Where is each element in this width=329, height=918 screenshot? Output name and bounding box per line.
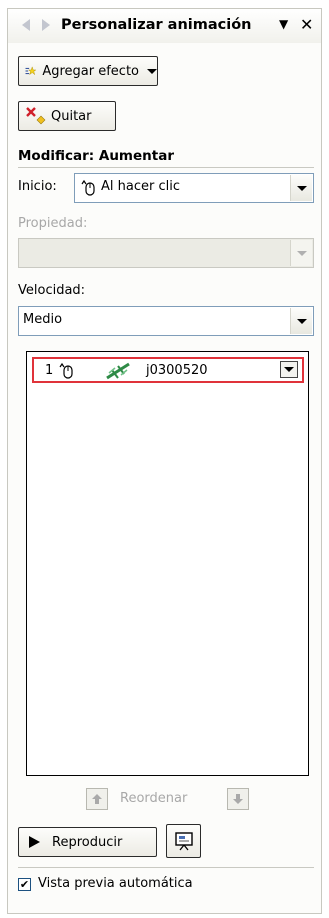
start-label: Inicio:: [18, 179, 57, 194]
remove-button[interactable]: Quitar: [18, 101, 116, 131]
pane-title: Personalizar animación: [61, 17, 252, 33]
remove-label: Quitar: [51, 108, 92, 124]
mouse-click-icon: [81, 179, 95, 196]
chevron-down-icon: [296, 318, 307, 324]
modify-heading: Modificar: Aumentar: [18, 148, 174, 164]
add-effect-star-icon: [25, 66, 37, 76]
back-arrow-icon[interactable]: [22, 19, 30, 31]
slideshow-icon: [174, 832, 193, 851]
slideshow-button[interactable]: [166, 824, 201, 858]
item-dropdown-button[interactable]: [280, 361, 298, 378]
play-icon: [29, 836, 40, 848]
arrow-down-icon: [233, 794, 243, 804]
chevron-down-icon: [284, 367, 294, 372]
speed-dropdown[interactable]: Medio: [18, 306, 314, 336]
autopreview-label: Vista previa automática: [38, 876, 193, 891]
close-icon[interactable]: ✕: [300, 15, 313, 34]
add-effect-button[interactable]: Agregar efecto: [18, 56, 158, 86]
item-order: 1: [45, 363, 54, 378]
start-value: Al hacer clic: [101, 179, 180, 194]
move-up-button[interactable]: [86, 788, 108, 810]
chevron-down-icon: [147, 68, 157, 74]
start-dropdown[interactable]: Al hacer clic: [74, 173, 314, 203]
arrow-up-icon: [92, 794, 102, 804]
remove-effect-icon: [26, 107, 46, 125]
property-dropdown[interactable]: [18, 238, 314, 268]
play-button[interactable]: Reproducir: [18, 827, 157, 857]
bottom-divider: [18, 867, 314, 868]
custom-animation-pane: Personalizar animación ▼ ✕ Agregar efect…: [7, 8, 322, 914]
autopreview-checkbox[interactable]: ✔: [18, 878, 31, 891]
reorder-label: Reordenar: [120, 791, 188, 806]
list-item[interactable]: 1 j0300520: [32, 357, 304, 383]
speed-value: Medio: [23, 312, 63, 327]
move-down-button[interactable]: [227, 788, 249, 810]
start-dropdown-button[interactable]: [290, 175, 312, 201]
item-name: j0300520: [146, 363, 208, 378]
speed-label: Velocidad:: [18, 283, 86, 298]
property-label: Propiedad:: [18, 216, 88, 231]
heading-divider: [18, 167, 314, 168]
mouse-click-icon: [59, 362, 73, 379]
pane-title-bar: Personalizar animación ▼ ✕: [8, 9, 321, 43]
chevron-down-icon: [296, 185, 307, 191]
add-effect-label: Agregar efecto: [42, 63, 139, 79]
property-dropdown-button[interactable]: [290, 240, 312, 266]
animation-list[interactable]: 1 j0300520: [26, 351, 309, 776]
speed-dropdown-button[interactable]: [290, 308, 312, 334]
grow-effect-icon: [106, 362, 130, 380]
pane-menu-dropdown-icon[interactable]: ▼: [279, 17, 288, 31]
forward-arrow-icon[interactable]: [42, 19, 50, 31]
play-label: Reproducir: [52, 834, 123, 850]
chevron-down-icon: [296, 250, 307, 256]
